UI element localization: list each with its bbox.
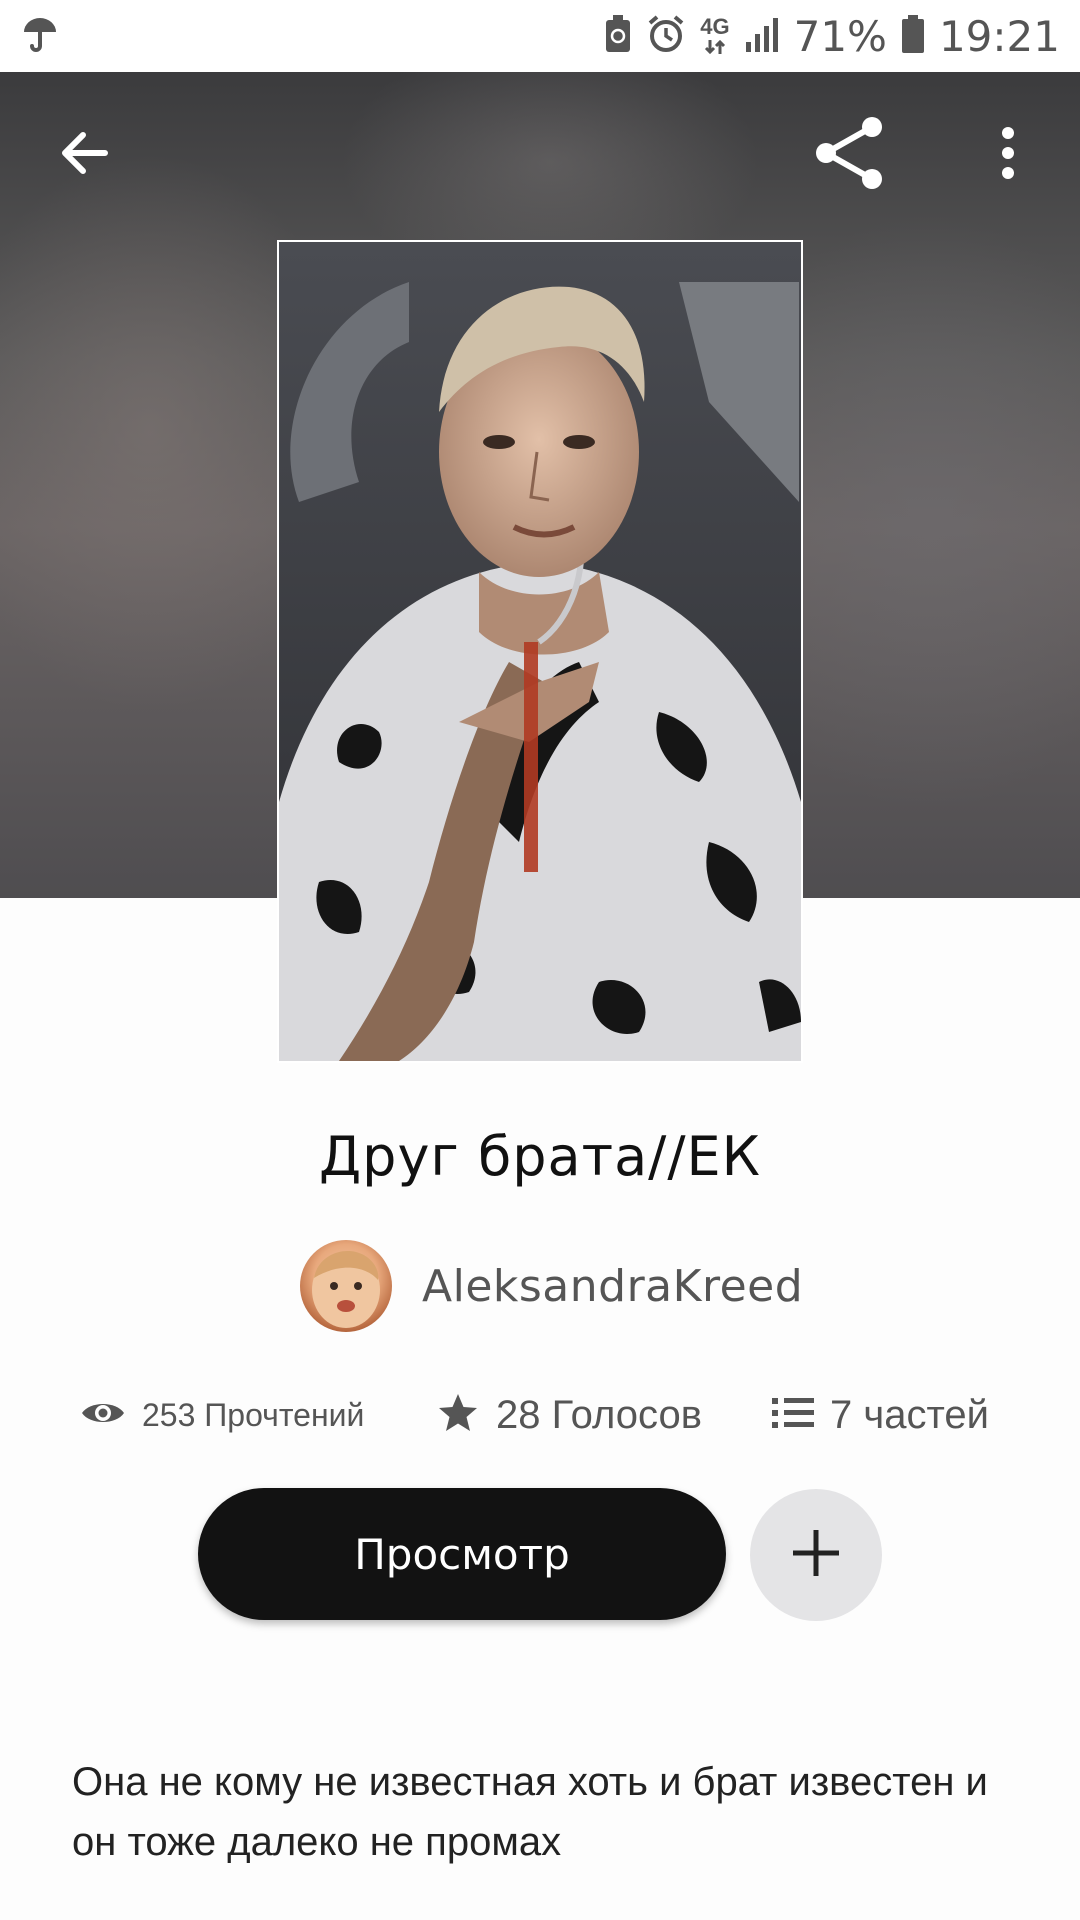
parts-count: 7 частей: [830, 1392, 989, 1437]
back-arrow-icon: [57, 125, 113, 186]
share-icon: [812, 115, 888, 196]
signal-icon: [744, 14, 780, 59]
author-name[interactable]: AleksandraKreed: [422, 1261, 803, 1312]
plus-icon: [791, 1528, 841, 1583]
story-description: Она не кому не известная хоть и брат изв…: [72, 1760, 988, 1864]
read-button[interactable]: Просмотр: [198, 1488, 726, 1620]
clock: 19:21: [938, 11, 1060, 61]
reads-stat: 253 Прочтений: [80, 1385, 364, 1445]
battery-icon: [901, 14, 925, 59]
battery-percent: 71%: [793, 11, 887, 61]
network-4g-icon: 4G: [700, 16, 730, 56]
add-to-library-button[interactable]: [750, 1489, 882, 1621]
parts-stat: 7 частей: [772, 1385, 989, 1445]
author-avatar[interactable]: [300, 1240, 392, 1332]
alarm-icon: [646, 14, 686, 59]
votes-count: 28 Голосов: [496, 1392, 702, 1437]
story-stats: 253 Прочтений 28 Голосов 7 частей: [0, 1385, 1080, 1445]
story-cover-image[interactable]: [277, 240, 803, 1063]
back-button[interactable]: [30, 100, 140, 210]
votes-stat: 28 Голосов: [436, 1385, 702, 1445]
more-vert-icon: [998, 125, 1018, 186]
share-button[interactable]: [795, 100, 905, 210]
battery-saver-icon: [604, 14, 632, 59]
star-icon: [436, 1391, 480, 1440]
eye-icon: [80, 1397, 126, 1434]
list-icon: [772, 1396, 814, 1435]
story-title: Друг брата//ЕК: [318, 1125, 762, 1188]
reads-count: 253 Прочтений: [142, 1396, 365, 1433]
author-link[interactable]: AleksandraKreed: [300, 1240, 803, 1332]
status-bar: 4G 71% 19:21: [0, 0, 1080, 72]
more-options-button[interactable]: [953, 100, 1063, 210]
umbrella-icon: [20, 14, 60, 59]
